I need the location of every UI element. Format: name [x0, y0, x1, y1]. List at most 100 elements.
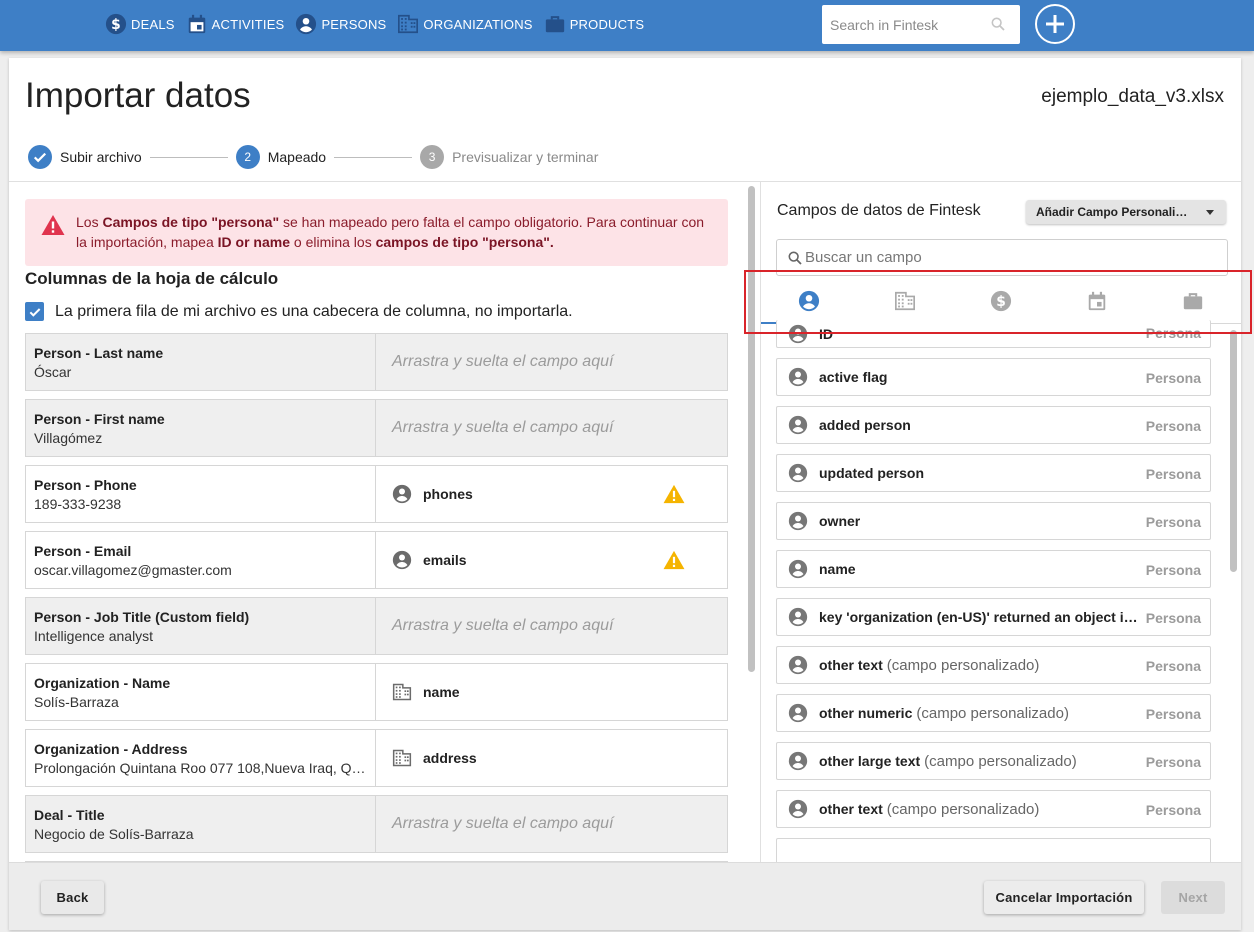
- warning-icon: [663, 484, 685, 504]
- mapping-row: Person - Job Title (Custom field) Intell…: [25, 597, 728, 655]
- column-info: Organization - Name Solís-Barraza: [26, 664, 376, 720]
- nav-deals[interactable]: DEALS: [105, 13, 175, 35]
- column-name: Person - First name: [34, 411, 165, 427]
- header-row-checkbox[interactable]: [25, 302, 44, 321]
- drop-zone[interactable]: Arrastra y suelta el campo aquí: [376, 400, 727, 456]
- step-preview: 3 Previsualizar y terminar: [420, 145, 598, 169]
- field-note: (campo personalizado): [886, 800, 1040, 818]
- fields-panel-title: Campos de datos de Fintesk: [777, 202, 981, 219]
- nav-deals-label: DEALS: [131, 16, 175, 32]
- mapped-field-name: name: [423, 684, 460, 700]
- field-search-input[interactable]: [805, 249, 1205, 266]
- building-icon: [392, 748, 412, 768]
- field-item[interactable]: name Persona: [776, 550, 1211, 588]
- mapped-field[interactable]: name: [376, 664, 727, 720]
- chevron-down-icon: [1206, 210, 1214, 215]
- column-name: Person - Last name: [34, 345, 164, 361]
- right-scrollbar[interactable]: [1229, 328, 1239, 863]
- column-mapping-list: Person - Last name Óscar Arrastra y suel…: [25, 333, 728, 862]
- person-icon: [788, 703, 808, 723]
- drop-zone[interactable]: Arrastra y suelta el campo aquí: [376, 796, 727, 852]
- nav-products[interactable]: PRODUCTS: [544, 13, 645, 35]
- field-item[interactable]: active flag Persona: [776, 358, 1211, 396]
- main-nav: DEALS ACTIVITIES PERSONS ORGANIZATIONS P…: [105, 0, 644, 48]
- header-row-option: La primera fila de mi archivo es una cab…: [25, 302, 573, 321]
- cancel-import-button[interactable]: Cancelar Importación: [984, 881, 1144, 914]
- column-sample: Prolongación Quintana Roo 077 108,Nueva …: [34, 760, 367, 776]
- nav-organizations-label: ORGANIZATIONS: [423, 16, 533, 32]
- field-item[interactable]: other text (campo personalizado) Persona: [776, 790, 1211, 828]
- alert-text: Los Campos de tipo "persona" se han mape…: [76, 214, 705, 250]
- column-sample: oscar.villagomez@gmaster.com: [34, 562, 232, 578]
- column-sample: Solís-Barraza: [34, 694, 119, 710]
- nav-activities-label: ACTIVITIES: [211, 16, 285, 32]
- stepper: Subir archivo 2 Mapeado 3 Previsualizar …: [28, 144, 598, 170]
- mapping-row: Person - Email oscar.villagomez@gmaster.…: [25, 531, 728, 589]
- scrollbar-thumb[interactable]: [1230, 330, 1237, 572]
- person-icon: [788, 655, 808, 675]
- field-item[interactable]: [776, 838, 1211, 862]
- mapping-row: Deal - Title Negocio de Solís-Barraza Ar…: [25, 795, 728, 853]
- global-search-input[interactable]: [830, 16, 990, 33]
- mapped-field[interactable]: emails: [376, 532, 727, 588]
- add-button[interactable]: [1035, 4, 1075, 44]
- field-item[interactable]: other numeric (campo personalizado) Pers…: [776, 694, 1211, 732]
- person-icon: [788, 463, 808, 483]
- column-sample: Negocio de Solís-Barraza: [34, 826, 194, 842]
- field-name: other large text: [819, 753, 921, 769]
- mapped-field[interactable]: address: [376, 730, 727, 786]
- next-button[interactable]: Next: [1161, 881, 1225, 914]
- drop-zone[interactable]: Arrastra y suelta el campo aquí: [376, 334, 727, 390]
- field-note: (campo personalizado): [924, 752, 1077, 770]
- column-name: Organization - Name: [34, 675, 171, 691]
- column-sample: Intelligence analyst: [34, 628, 154, 644]
- scrollbar-thumb[interactable]: [748, 186, 755, 672]
- file-name: ejemplo_data_v3.xlsx: [1041, 86, 1224, 107]
- nav-persons-label: PERSONS: [321, 16, 387, 32]
- column-info: Person - Last name Óscar: [26, 334, 376, 390]
- plus-icon: [1046, 15, 1064, 33]
- footer-actions: Back Cancelar Importación Next: [9, 862, 1241, 930]
- highlight-annotation: [744, 270, 1252, 334]
- nav-products-label: PRODUCTS: [569, 16, 645, 32]
- column-name: Organization - Address: [34, 741, 188, 757]
- field-type: Persona: [1145, 514, 1201, 530]
- field-list: ID Persona active flag Persona added per…: [776, 320, 1211, 862]
- step-preview-number: 3: [420, 145, 445, 169]
- column-name: Person - Job Title (Custom field): [34, 609, 250, 625]
- step-upload: Subir archivo: [28, 145, 142, 169]
- person-icon: [788, 607, 808, 627]
- column-info: Person - Email oscar.villagomez@gmaster.…: [26, 532, 376, 588]
- field-item[interactable]: other text (campo personalizado) Persona: [776, 646, 1211, 684]
- field-item[interactable]: added person Persona: [776, 406, 1211, 444]
- field-note: (campo personalizado): [916, 704, 1069, 722]
- field-item[interactable]: key 'organization (en-US)' returned an o…: [776, 598, 1211, 636]
- field-name: other numeric: [819, 705, 913, 721]
- mapping-row: Person - First name Villagómez Arrastra …: [25, 399, 728, 457]
- mapped-field[interactable]: phones: [376, 466, 727, 522]
- person-icon: [788, 511, 808, 531]
- back-button[interactable]: Back: [41, 881, 104, 914]
- field-name: key 'organization (en-US)' returned an o…: [819, 609, 1139, 625]
- search-icon: [990, 16, 1006, 32]
- field-item[interactable]: other large text (campo personalizado) P…: [776, 742, 1211, 780]
- field-note: (campo personalizado): [886, 656, 1040, 674]
- search-icon: [787, 250, 803, 266]
- import-card: Importar datos ejemplo_data_v3.xlsx Subi…: [9, 58, 1241, 930]
- add-custom-field-button[interactable]: Añadir Campo Personalizado: [1026, 200, 1226, 224]
- add-custom-field-label: Añadir Campo Personalizado: [1036, 205, 1188, 219]
- field-type: Persona: [1145, 370, 1201, 386]
- nav-persons[interactable]: PERSONS: [295, 13, 386, 35]
- page-title: Importar datos: [25, 76, 251, 115]
- building-icon: [392, 682, 412, 702]
- header-row-label: La primera fila de mi archivo es una cab…: [55, 302, 573, 320]
- column-info: Organization - Address Prolongación Quin…: [26, 730, 376, 786]
- drop-zone[interactable]: Arrastra y suelta el campo aquí: [376, 598, 727, 654]
- person-icon: [392, 484, 412, 504]
- warning-icon: [41, 214, 65, 236]
- field-item[interactable]: owner Persona: [776, 502, 1211, 540]
- nav-activities[interactable]: ACTIVITIES: [186, 13, 285, 35]
- field-name: name: [819, 561, 856, 577]
- nav-organizations[interactable]: ORGANIZATIONS: [397, 13, 532, 35]
- field-item[interactable]: updated person Persona: [776, 454, 1211, 492]
